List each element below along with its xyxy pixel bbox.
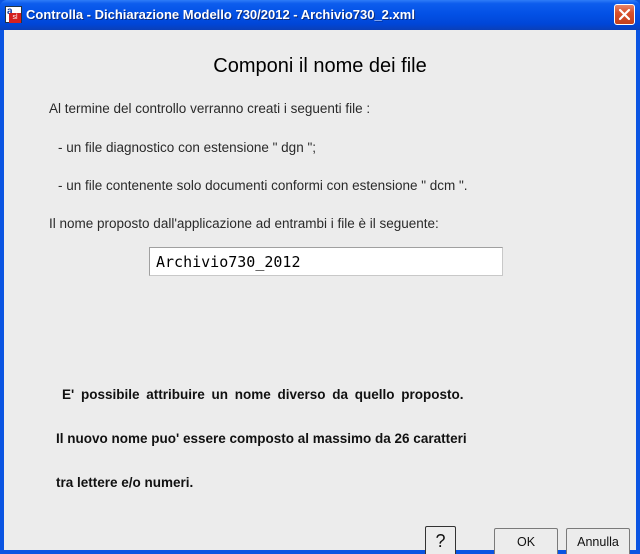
intro-text: Al termine del controllo verranno creati… (49, 101, 371, 116)
filename-input[interactable] (149, 247, 503, 276)
dialog-window: a sl Controlla - Dichiarazione Modello 73… (0, 0, 640, 554)
cancel-button[interactable]: Annulla (566, 528, 630, 554)
app-icon[interactable]: a sl (5, 6, 22, 23)
ok-button[interactable]: OK (494, 528, 558, 554)
note-line-3: tra lettere e/o numeri. (56, 475, 194, 490)
dialog-body: Componi il nome dei file Al termine del … (4, 30, 636, 554)
help-button[interactable]: ? (425, 526, 456, 554)
title-bar[interactable]: a sl Controlla - Dichiarazione Modello 73… (0, 0, 640, 30)
dcm-file-item: - un file contenente solo documenti conf… (58, 178, 468, 193)
close-icon (618, 8, 631, 21)
dialog-heading: Componi il nome dei file (213, 55, 427, 77)
window-title: Controlla - Dichiarazione Modello 730/20… (26, 7, 415, 22)
dgn-file-item: - un file diagnostico con estensione " d… (58, 140, 316, 155)
note-line-2: Il nuovo nome puo' essere composto al ma… (56, 431, 467, 446)
proposal-text: Il nome proposto dall'applicazione ad en… (49, 216, 439, 231)
close-button[interactable] (614, 4, 635, 25)
note-line-1: E' possibile attribuire un nome diverso … (62, 387, 464, 402)
